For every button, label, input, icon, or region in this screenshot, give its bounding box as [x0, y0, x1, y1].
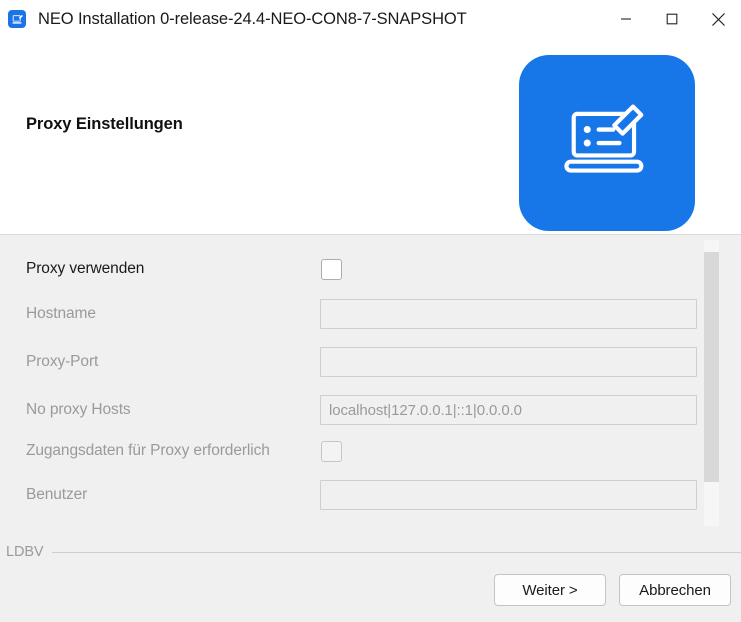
form-scrollbar[interactable]	[704, 240, 719, 528]
cancel-button[interactable]: Abbrechen	[619, 574, 731, 606]
label-zugangsdaten-erforderlich: Zugangsdaten für Proxy erforderlich	[26, 442, 270, 459]
window-title: NEO Installation 0-release-24.4-NEO-CON8…	[38, 9, 467, 28]
form-row: No proxy Hosts	[0, 395, 741, 425]
installer-window: NEO Installation 0-release-24.4-NEO-CON8…	[0, 0, 741, 622]
checkbox-proxy-verwenden[interactable]	[321, 258, 342, 280]
laptop-pencil-icon	[8, 10, 26, 28]
label-hostname: Hostname	[26, 305, 96, 322]
window-controls	[603, 0, 741, 38]
input-proxy-port[interactable]	[320, 347, 697, 377]
input-benutzer[interactable]	[320, 480, 697, 510]
form-row: Proxy-Port	[0, 347, 741, 377]
next-button[interactable]: Weiter >	[494, 574, 606, 606]
form-row: Hostname	[0, 299, 741, 329]
close-icon[interactable]	[695, 0, 741, 38]
label-benutzer: Benutzer	[26, 486, 88, 503]
checkbox-zugangsdaten-erforderlich[interactable]	[321, 440, 342, 462]
scrollbar-thumb[interactable]	[704, 252, 719, 482]
page-title: Proxy Einstellungen	[26, 115, 183, 133]
button-bar: Weiter > Abbrechen	[494, 574, 731, 606]
input-no-proxy-hosts[interactable]	[320, 395, 697, 425]
label-proxy-port: Proxy-Port	[26, 353, 99, 370]
maximize-icon[interactable]	[649, 0, 695, 38]
proxy-settings-form: Proxy verwenden Hostname Proxy-Port No p…	[0, 236, 741, 526]
label-proxy-verwenden: Proxy verwenden	[26, 260, 145, 277]
page-header: Proxy Einstellungen	[0, 38, 741, 235]
brand-label: LDBV	[6, 544, 44, 560]
input-hostname[interactable]	[320, 299, 697, 329]
form-row: Benutzer	[0, 480, 741, 510]
divider	[52, 551, 741, 553]
label-no-proxy-hosts: No proxy Hosts	[26, 401, 131, 418]
minimize-icon[interactable]	[603, 0, 649, 38]
form-row: Zugangsdaten für Proxy erforderlich	[0, 436, 741, 466]
form-row: Proxy verwenden	[0, 254, 741, 284]
brand-row: LDBV	[0, 542, 741, 562]
laptop-pencil-logo	[519, 55, 695, 231]
footer: LDBV Weiter > Abbrechen	[0, 526, 741, 622]
title-bar: NEO Installation 0-release-24.4-NEO-CON8…	[0, 0, 741, 38]
